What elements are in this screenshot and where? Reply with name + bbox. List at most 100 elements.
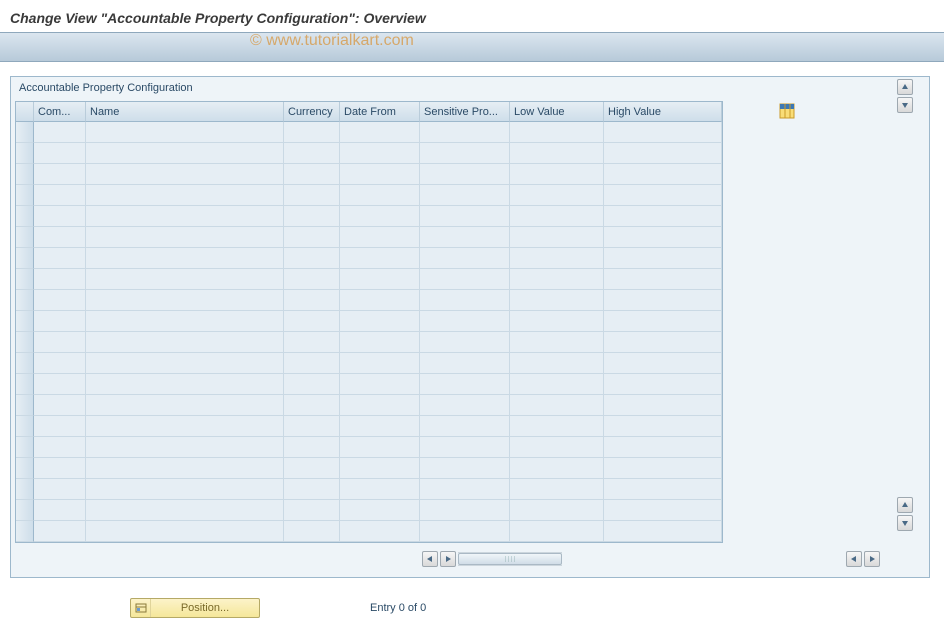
table-row[interactable]	[16, 206, 722, 227]
cell[interactable]	[340, 479, 420, 500]
cell[interactable]	[284, 479, 340, 500]
cell[interactable]	[86, 458, 284, 479]
cell[interactable]	[34, 437, 86, 458]
scroll-down-button-2[interactable]	[897, 515, 913, 531]
cell[interactable]	[284, 248, 340, 269]
cell[interactable]	[34, 311, 86, 332]
cell[interactable]	[284, 353, 340, 374]
row-selector[interactable]	[16, 248, 34, 269]
cell[interactable]	[86, 521, 284, 542]
cell[interactable]	[420, 416, 510, 437]
cell[interactable]	[510, 479, 604, 500]
cell[interactable]	[420, 437, 510, 458]
cell[interactable]	[340, 248, 420, 269]
row-selector[interactable]	[16, 500, 34, 521]
cell[interactable]	[510, 416, 604, 437]
cell[interactable]	[86, 332, 284, 353]
cell[interactable]	[340, 206, 420, 227]
col-currency[interactable]: Currency	[284, 102, 340, 122]
cell[interactable]	[420, 311, 510, 332]
cell[interactable]	[284, 374, 340, 395]
cell[interactable]	[604, 185, 722, 206]
cell[interactable]	[86, 290, 284, 311]
table-row[interactable]	[16, 290, 722, 311]
cell[interactable]	[284, 206, 340, 227]
cell[interactable]	[604, 164, 722, 185]
cell[interactable]	[284, 122, 340, 143]
cell[interactable]	[604, 458, 722, 479]
position-button[interactable]: Position...	[130, 598, 260, 618]
cell[interactable]	[340, 269, 420, 290]
cell[interactable]	[340, 143, 420, 164]
row-selector[interactable]	[16, 458, 34, 479]
cell[interactable]	[604, 206, 722, 227]
cell[interactable]	[284, 269, 340, 290]
cell[interactable]	[340, 332, 420, 353]
cell[interactable]	[340, 311, 420, 332]
table-row[interactable]	[16, 500, 722, 521]
hscroll-thumb[interactable]	[458, 553, 562, 565]
col-high-value[interactable]: High Value	[604, 102, 722, 122]
row-selector[interactable]	[16, 521, 34, 542]
table-row[interactable]	[16, 143, 722, 164]
table-row[interactable]	[16, 437, 722, 458]
table-row[interactable]	[16, 122, 722, 143]
cell[interactable]	[420, 164, 510, 185]
cell[interactable]	[510, 353, 604, 374]
cell[interactable]	[34, 458, 86, 479]
row-selector-header[interactable]	[16, 102, 34, 122]
cell[interactable]	[284, 185, 340, 206]
table-settings-icon[interactable]	[779, 103, 795, 119]
table-row[interactable]	[16, 185, 722, 206]
cell[interactable]	[86, 164, 284, 185]
cell[interactable]	[510, 500, 604, 521]
cell[interactable]	[604, 269, 722, 290]
table-row[interactable]	[16, 479, 722, 500]
cell[interactable]	[34, 227, 86, 248]
cell[interactable]	[284, 311, 340, 332]
cell[interactable]	[340, 290, 420, 311]
cell[interactable]	[340, 437, 420, 458]
cell[interactable]	[510, 206, 604, 227]
table-row[interactable]	[16, 332, 722, 353]
col-low-value[interactable]: Low Value	[510, 102, 604, 122]
table-row[interactable]	[16, 395, 722, 416]
cell[interactable]	[604, 122, 722, 143]
cell[interactable]	[284, 143, 340, 164]
cell[interactable]	[34, 479, 86, 500]
cell[interactable]	[86, 479, 284, 500]
cell[interactable]	[34, 185, 86, 206]
cell[interactable]	[420, 206, 510, 227]
cell[interactable]	[510, 458, 604, 479]
cell[interactable]	[340, 353, 420, 374]
cell[interactable]	[340, 458, 420, 479]
cell[interactable]	[510, 143, 604, 164]
cell[interactable]	[420, 353, 510, 374]
cell[interactable]	[420, 332, 510, 353]
cell[interactable]	[284, 395, 340, 416]
cell[interactable]	[86, 374, 284, 395]
cell[interactable]	[604, 374, 722, 395]
cell[interactable]	[86, 269, 284, 290]
cell[interactable]	[86, 353, 284, 374]
cell[interactable]	[510, 311, 604, 332]
cell[interactable]	[34, 143, 86, 164]
row-selector[interactable]	[16, 353, 34, 374]
cell[interactable]	[34, 500, 86, 521]
row-selector[interactable]	[16, 143, 34, 164]
cell[interactable]	[340, 122, 420, 143]
cell[interactable]	[420, 269, 510, 290]
cell[interactable]	[284, 458, 340, 479]
cell[interactable]	[340, 395, 420, 416]
cell[interactable]	[86, 248, 284, 269]
scroll-right-button[interactable]	[440, 551, 456, 567]
table-row[interactable]	[16, 416, 722, 437]
cell[interactable]	[604, 353, 722, 374]
row-selector[interactable]	[16, 290, 34, 311]
cell[interactable]	[34, 416, 86, 437]
cell[interactable]	[86, 227, 284, 248]
cell[interactable]	[86, 206, 284, 227]
cell[interactable]	[604, 290, 722, 311]
cell[interactable]	[510, 395, 604, 416]
cell[interactable]	[34, 164, 86, 185]
